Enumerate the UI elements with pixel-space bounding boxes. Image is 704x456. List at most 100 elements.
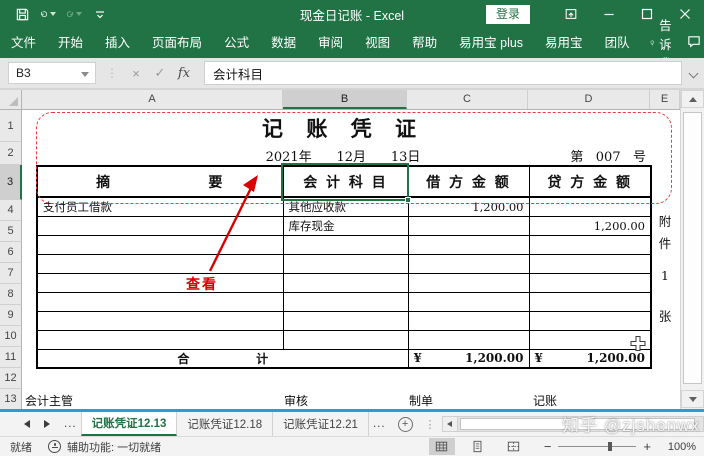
- total-credit-cell[interactable]: ¥1,200.00: [529, 349, 651, 368]
- normal-view-button[interactable]: [429, 438, 455, 455]
- row-header-8[interactable]: 8: [0, 284, 22, 305]
- credit-cell[interactable]: [529, 197, 651, 216]
- select-all-corner[interactable]: [0, 90, 22, 109]
- debit-cell[interactable]: [408, 292, 529, 311]
- comments-icon[interactable]: [686, 34, 702, 52]
- page-layout-view-button[interactable]: [465, 438, 491, 455]
- tab-data[interactable]: 数据: [260, 28, 307, 58]
- account-cell[interactable]: [283, 254, 408, 273]
- sheet-tab[interactable]: 记账凭证12.21: [273, 412, 369, 436]
- header-debit-cell[interactable]: 借 方 金 额: [408, 166, 529, 197]
- account-cell[interactable]: 库存现金: [283, 216, 408, 235]
- tab-page-layout[interactable]: 页面布局: [141, 28, 213, 58]
- header-credit-cell[interactable]: 贷 方 金 额: [529, 166, 651, 197]
- row-header-2[interactable]: 2: [0, 142, 22, 165]
- scroll-up-button[interactable]: [681, 90, 704, 108]
- row-header-11[interactable]: 11: [0, 347, 22, 368]
- tab-file[interactable]: 文件: [0, 28, 47, 58]
- redo-dropdown-icon[interactable]: [76, 12, 82, 16]
- row-header-6[interactable]: 6: [0, 242, 22, 263]
- enter-entry-icon[interactable]: ✓: [148, 65, 172, 81]
- insert-function-icon[interactable]: fx: [172, 66, 196, 81]
- tab-help[interactable]: 帮助: [401, 28, 448, 58]
- column-header-e[interactable]: E: [650, 90, 680, 109]
- tab-yiyongbao-plus[interactable]: 易用宝 plus: [448, 28, 534, 58]
- tab-yiyongbao[interactable]: 易用宝: [534, 28, 594, 58]
- row-header-13[interactable]: 13: [0, 389, 22, 410]
- summary-cell[interactable]: [37, 292, 283, 311]
- summary-cell[interactable]: 支付员工借款: [37, 197, 283, 216]
- debit-cell[interactable]: [408, 311, 529, 330]
- page-break-preview-button[interactable]: [501, 438, 527, 455]
- row-header-10[interactable]: 10: [0, 326, 22, 347]
- active-cell-selection[interactable]: [281, 163, 409, 201]
- tab-team[interactable]: 团队: [594, 28, 641, 58]
- right-overflow[interactable]: ...: [369, 418, 390, 430]
- scroll-down-button[interactable]: [681, 390, 704, 408]
- tab-view[interactable]: 视图: [354, 28, 401, 58]
- customize-toolbar-icon[interactable]: [92, 6, 108, 22]
- vertical-scrollbar[interactable]: [680, 90, 704, 410]
- credit-cell[interactable]: [529, 311, 651, 330]
- column-header-d[interactable]: D: [528, 90, 650, 109]
- next-sheet-icon[interactable]: [44, 420, 50, 428]
- header-summary-cell[interactable]: 摘 要: [37, 166, 283, 197]
- summary-cell[interactable]: [37, 273, 283, 292]
- column-header-b[interactable]: B: [283, 90, 407, 109]
- zoom-level[interactable]: 100%: [666, 441, 704, 453]
- vertical-scroll-thumb[interactable]: [683, 112, 702, 384]
- scroll-left-button[interactable]: [443, 417, 458, 431]
- prev-sheet-icon[interactable]: [24, 420, 30, 428]
- debit-cell[interactable]: [408, 273, 529, 292]
- account-cell[interactable]: [283, 330, 408, 349]
- login-button[interactable]: 登录: [486, 5, 530, 24]
- account-cell[interactable]: [283, 273, 408, 292]
- credit-cell[interactable]: 1,200.00: [529, 216, 651, 235]
- name-box-dropdown-icon[interactable]: [81, 72, 89, 77]
- tab-insert[interactable]: 插入: [94, 28, 141, 58]
- summary-cell[interactable]: [37, 254, 283, 273]
- row-header-3[interactable]: 3: [0, 165, 22, 200]
- summary-cell[interactable]: [37, 235, 283, 254]
- column-header-c[interactable]: C: [407, 90, 528, 109]
- account-cell[interactable]: [283, 235, 408, 254]
- minimize-button[interactable]: [590, 0, 628, 28]
- tab-review[interactable]: 审阅: [307, 28, 354, 58]
- name-box[interactable]: B3: [8, 62, 96, 84]
- undo-dropdown-icon[interactable]: [50, 12, 56, 16]
- total-debit-cell[interactable]: ¥1,200.00: [408, 349, 529, 368]
- row-header-9[interactable]: 9: [0, 305, 22, 326]
- save-icon[interactable]: [14, 6, 30, 22]
- expand-formula-bar-icon[interactable]: [686, 70, 700, 77]
- zoom-in-button[interactable]: +: [636, 439, 658, 454]
- zoom-slider[interactable]: [558, 446, 636, 447]
- row-header-1[interactable]: 1: [0, 110, 22, 142]
- tab-home[interactable]: 开始: [47, 28, 94, 58]
- credit-cell[interactable]: [529, 273, 651, 292]
- sheet-tab-active[interactable]: 记账凭证12.13: [81, 412, 178, 436]
- debit-cell[interactable]: [408, 330, 529, 349]
- tab-formulas[interactable]: 公式: [213, 28, 260, 58]
- zoom-out-button[interactable]: −: [537, 439, 559, 454]
- credit-cell[interactable]: [529, 254, 651, 273]
- fill-handle[interactable]: [405, 197, 411, 203]
- column-header-a[interactable]: A: [22, 90, 283, 109]
- row-header-12[interactable]: 12: [0, 368, 22, 389]
- cancel-entry-icon[interactable]: ×: [124, 66, 148, 81]
- undo-icon[interactable]: [40, 6, 56, 22]
- row-header-7[interactable]: 7: [0, 263, 22, 284]
- summary-cell[interactable]: [37, 216, 283, 235]
- total-label-cell[interactable]: 合 计: [37, 349, 408, 368]
- debit-cell[interactable]: [408, 216, 529, 235]
- account-cell[interactable]: [283, 292, 408, 311]
- ribbon-display-options-icon[interactable]: [552, 0, 590, 28]
- debit-cell[interactable]: [408, 254, 529, 273]
- formula-input[interactable]: 会计科目: [204, 61, 682, 85]
- summary-cell[interactable]: [37, 330, 283, 349]
- row-header-5[interactable]: 5: [0, 221, 22, 242]
- account-cell[interactable]: [283, 311, 408, 330]
- credit-cell[interactable]: [529, 330, 651, 349]
- sheet-tab[interactable]: 记账凭证12.18: [177, 412, 273, 436]
- row-header-4[interactable]: 4: [0, 200, 22, 221]
- left-overflow[interactable]: ...: [60, 418, 81, 430]
